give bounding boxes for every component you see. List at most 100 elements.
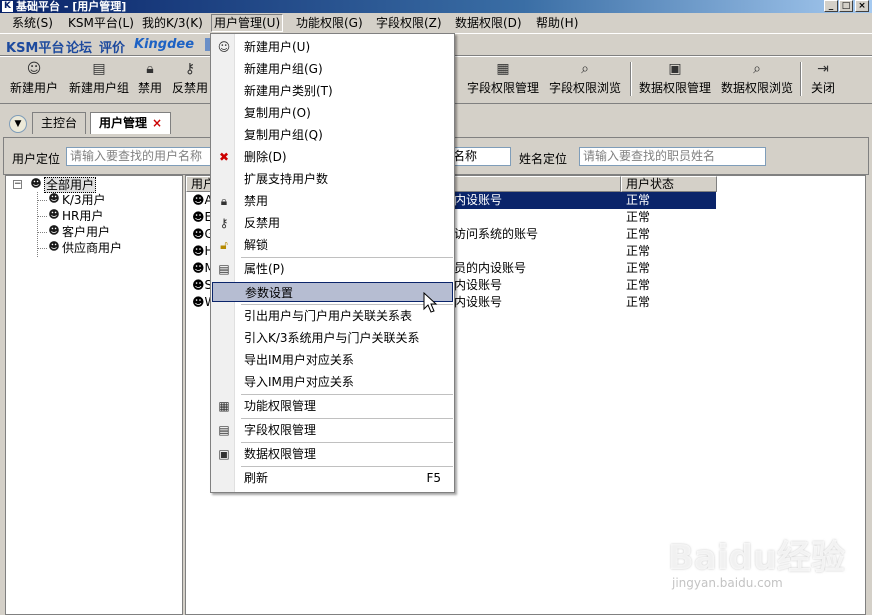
- user-locate-label: 用户定位: [12, 152, 61, 166]
- menu-item-new-user-group[interactable]: 新建用户组(G): [212, 59, 453, 79]
- menu-field-permission[interactable]: 字段权限(Z): [374, 14, 444, 32]
- menu-item-copy-user-group[interactable]: 复制用户组(Q): [212, 125, 453, 145]
- new-user-icon: ☺: [26, 61, 42, 77]
- row-status: 正常: [626, 261, 651, 275]
- forum-link[interactable]: 论坛: [66, 37, 92, 56]
- ksm-platform-link[interactable]: KSM平台: [6, 37, 64, 56]
- tree-collapse-toggle[interactable]: −: [13, 180, 22, 189]
- row-status: 正常: [626, 227, 651, 241]
- menu-item-parameter-settings[interactable]: 参数设置: [212, 282, 453, 302]
- function-permission-icon: ▦: [218, 399, 230, 413]
- menu-my-k3[interactable]: 我的K/3(K): [140, 14, 205, 32]
- menu-ksm[interactable]: KSM平台(L): [66, 14, 136, 32]
- baidu-watermark: Baidu经验 jingyan.baidu.com: [668, 520, 868, 600]
- tree-node-customer-users[interactable]: ☻ 客户用户: [48, 224, 110, 240]
- kingdee-logo: Kingdee: [134, 37, 195, 52]
- row-description: 内设账号: [454, 295, 503, 309]
- tree-line: [37, 232, 47, 233]
- data-permission-manage-button[interactable]: ▣ 数据权限管理: [636, 56, 714, 102]
- row-description: 内设账号: [454, 278, 503, 292]
- menu-item-export-im-relations[interactable]: 导出IM用户对应关系: [212, 350, 453, 370]
- menu-separator: [241, 257, 453, 258]
- new-user-group-button[interactable]: ▤ 新建用户组: [66, 56, 132, 102]
- row-description: 员的内设账号: [454, 261, 527, 275]
- tab-console[interactable]: 主控台: [32, 112, 87, 134]
- menu-item-extend-users[interactable]: 扩展支持用户数: [212, 169, 453, 189]
- name-field[interactable]: 名称: [449, 147, 511, 166]
- key-icon: ⚷: [184, 61, 196, 77]
- menu-function-permission[interactable]: 功能权限(G): [294, 14, 365, 32]
- close-button[interactable]: ⇥ 关闭: [806, 56, 840, 102]
- close-tab-icon[interactable]: ×: [152, 116, 162, 130]
- menu-bar: 系统(S) KSM平台(L) 我的K/3(K) 用户管理(U) 功能权限(G) …: [0, 13, 872, 33]
- row-status: 正常: [626, 244, 651, 258]
- name-locate-input[interactable]: 请输入要查找的职员姓名: [579, 147, 766, 166]
- lock-icon: 🔒︎: [146, 61, 154, 77]
- field-permission-manage-button[interactable]: ▦ 字段权限管理: [464, 56, 542, 102]
- delete-icon: ✖: [218, 150, 230, 164]
- review-link[interactable]: 评价: [99, 37, 125, 56]
- row-status: 正常: [626, 278, 651, 292]
- menu-item-import-im-relations[interactable]: 导入IM用户对应关系: [212, 372, 453, 392]
- menu-item-new-user-category[interactable]: 新建用户类别(T): [212, 81, 453, 101]
- data-browse-icon: ⌕: [753, 61, 761, 77]
- row-status: 正常: [626, 295, 651, 309]
- window-title: 基础平台 - [用户管理]: [16, 0, 127, 13]
- menu-item-import-k3-portal-relations[interactable]: 引入K/3系统用户与门户关联关系: [212, 328, 453, 348]
- minimize-button[interactable]: _: [824, 0, 838, 12]
- data-permission-browse-button[interactable]: ⌕ 数据权限浏览: [718, 56, 796, 102]
- user-management-dropdown: ☺ 新建用户(U) 新建用户组(G) 新建用户类别(T) 复制用户(O) 复制用…: [210, 33, 455, 493]
- name-locate-label: 姓名定位: [519, 152, 568, 166]
- row-description: 内设账号: [454, 193, 503, 207]
- field-permission-icon: ▤: [218, 423, 230, 437]
- menu-item-copy-user[interactable]: 复制用户(O): [212, 103, 453, 123]
- maximize-button[interactable]: □: [839, 0, 853, 12]
- menu-item-refresh[interactable]: 刷新 F5: [212, 468, 453, 488]
- user-group-icon: ☻: [48, 208, 60, 221]
- enable-button[interactable]: ⚷ 反禁用: [170, 56, 210, 102]
- field-browse-icon: ⌕: [581, 61, 589, 77]
- properties-icon: ▤: [218, 262, 230, 276]
- menu-data-permission[interactable]: 数据权限(D): [453, 14, 524, 32]
- column-header-status[interactable]: 用户状态: [621, 176, 717, 192]
- menu-item-field-permission[interactable]: ▤ 字段权限管理: [212, 420, 453, 440]
- menu-separator: [241, 304, 453, 305]
- menu-user-management[interactable]: 用户管理(U): [211, 14, 284, 32]
- new-user-button[interactable]: ☺ 新建用户: [8, 56, 60, 102]
- tree-node-supplier-users[interactable]: ☻ 供应商用户: [48, 240, 122, 256]
- user-group-icon: ☻: [48, 192, 60, 205]
- tree-line: [37, 248, 47, 249]
- tree-node-hr-users[interactable]: ☻ HR用户: [48, 208, 103, 224]
- menu-separator: [241, 466, 453, 467]
- menu-item-enable[interactable]: ⚷ 反禁用: [212, 213, 453, 233]
- field-permission-browse-button[interactable]: ⌕ 字段权限浏览: [546, 56, 624, 102]
- menu-separator: [241, 418, 453, 419]
- menu-item-export-portal-relations[interactable]: 引出用户与门户用户关联关系表: [212, 306, 453, 326]
- menu-help[interactable]: 帮助(H): [534, 14, 580, 32]
- menu-item-delete[interactable]: ✖ 删除(D): [212, 147, 453, 167]
- menu-separator: [241, 394, 453, 395]
- tree-node-k3-users[interactable]: ☻ K/3用户: [48, 192, 105, 208]
- disable-button[interactable]: 🔒︎ 禁用: [136, 56, 164, 102]
- tab-user-management[interactable]: 用户管理 ×: [90, 112, 172, 134]
- app-icon: K: [2, 1, 13, 12]
- menu-item-new-user[interactable]: ☺ 新建用户(U): [212, 37, 453, 57]
- close-window-button[interactable]: ×: [855, 0, 869, 12]
- tab-list-dropdown[interactable]: ▼: [9, 115, 27, 133]
- toolbar-separator: [800, 62, 802, 96]
- lock-icon: 🔒︎: [220, 194, 228, 208]
- menu-item-data-permission[interactable]: ▣ 数据权限管理: [212, 444, 453, 464]
- toolbar-separator: [630, 62, 632, 96]
- menu-system[interactable]: 系统(S): [10, 14, 55, 32]
- user-locate-input[interactable]: 请输入要查找的用户名称: [66, 147, 216, 166]
- menu-item-properties[interactable]: ▤ 属性(P): [212, 259, 453, 279]
- tree-node-all-users[interactable]: ☻ 全部用户: [30, 177, 97, 193]
- tree-line: [37, 200, 47, 201]
- menu-item-disable[interactable]: 🔒︎ 禁用: [212, 191, 453, 211]
- menu-item-function-permission[interactable]: ▦ 功能权限管理: [212, 396, 453, 416]
- menu-item-unlock[interactable]: 🔓︎ 解锁: [212, 235, 453, 255]
- row-description: 访问系统的账号: [454, 227, 539, 241]
- user-group-icon: ☻: [48, 224, 60, 237]
- exit-icon: ⇥: [817, 61, 829, 77]
- user-group-icon: ☻: [30, 177, 42, 190]
